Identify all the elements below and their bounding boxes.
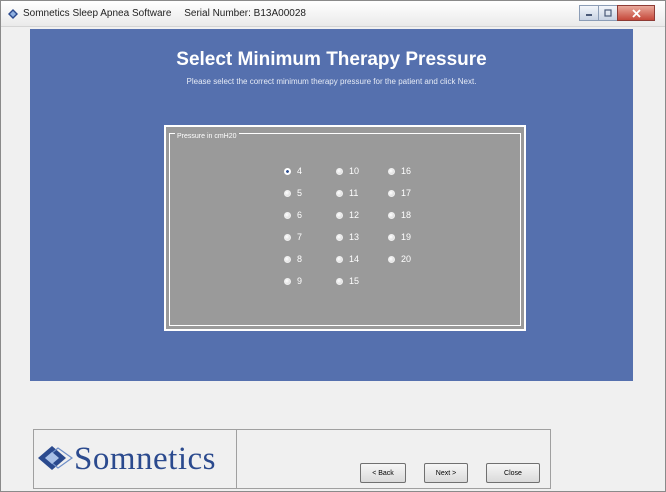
brand-logo: Somnetics <box>34 430 237 488</box>
radio-icon <box>284 233 291 241</box>
radio-icon <box>388 167 395 175</box>
radio-icon <box>336 233 343 241</box>
pressure-radio-10[interactable]: 10 <box>336 165 359 177</box>
serial-number: Serial Number: B13A00028 <box>184 8 306 19</box>
pressure-option-label: 9 <box>297 276 303 286</box>
radio-icon <box>336 167 343 175</box>
pressure-radio-19[interactable]: 19 <box>388 231 411 243</box>
pressure-option-label: 17 <box>401 188 412 198</box>
app-icon <box>8 9 18 19</box>
pressure-option-label: 18 <box>401 210 412 220</box>
pressure-option-label: 5 <box>297 188 303 198</box>
groupbox-frame: Pressure in cmH20 <box>169 133 521 326</box>
radio-selected-icon <box>284 167 291 175</box>
pressure-option-label: 6 <box>297 210 303 220</box>
radio-icon <box>336 255 343 263</box>
radio-icon <box>284 211 291 219</box>
logo-text: Somnetics <box>74 441 216 477</box>
content-panel: Select Minimum Therapy Pressure Please s… <box>30 29 633 381</box>
pressure-option-label: 20 <box>401 254 412 264</box>
pressure-radio-18[interactable]: 18 <box>388 209 411 221</box>
pressure-radio-16[interactable]: 16 <box>388 165 411 177</box>
radio-icon <box>284 255 291 263</box>
radio-icon <box>388 233 395 241</box>
pressure-radio-4[interactable]: 4 <box>284 165 302 177</box>
somnetics-logo-icon <box>38 446 74 470</box>
close-button[interactable]: Close <box>486 463 540 483</box>
pressure-option-label: 8 <box>297 254 303 264</box>
radio-icon <box>388 189 395 197</box>
pressure-option-label: 13 <box>349 232 360 242</box>
pressure-option-label: 19 <box>401 232 412 242</box>
back-button[interactable]: < Back <box>360 463 406 483</box>
minimize-icon <box>586 14 592 16</box>
pressure-radio-20[interactable]: 20 <box>388 253 411 265</box>
radio-icon <box>284 189 291 197</box>
footer-bar: Somnetics < Back Next > Close <box>33 429 551 489</box>
radio-icon <box>336 189 343 197</box>
radio-icon <box>336 277 343 285</box>
pressure-radio-13[interactable]: 13 <box>336 231 359 243</box>
radio-icon <box>284 277 291 285</box>
pressure-radio-15[interactable]: 15 <box>336 275 359 287</box>
window-title: Somnetics Sleep Apnea Software Serial Nu… <box>23 8 316 19</box>
page-instruction: Please select the correct minimum therap… <box>186 77 477 86</box>
pressure-option-label: 11 <box>349 188 359 198</box>
pressure-radio-14[interactable]: 14 <box>336 253 359 265</box>
pressure-option-label: 10 <box>349 166 360 176</box>
pressure-radio-9[interactable]: 9 <box>284 275 302 287</box>
close-window-button[interactable] <box>617 5 655 21</box>
close-icon <box>631 8 641 18</box>
pressure-option-label: 12 <box>349 210 360 220</box>
pressure-radio-6[interactable]: 6 <box>284 209 302 221</box>
maximize-icon <box>604 9 612 17</box>
pressure-groupbox: Pressure in cmH20 4 5 6 7 8 9 10 11 12 1… <box>164 125 526 331</box>
radio-icon <box>388 211 395 219</box>
page-title: Select Minimum Therapy Pressure <box>176 49 487 70</box>
window-controls <box>579 5 655 21</box>
radio-icon <box>388 255 395 263</box>
title-bar: Somnetics Sleep Apnea Software Serial Nu… <box>1 1 665 27</box>
maximize-button[interactable] <box>598 5 618 21</box>
pressure-option-label: 4 <box>297 166 303 176</box>
pressure-radio-7[interactable]: 7 <box>284 231 302 243</box>
pressure-option-label: 16 <box>401 166 412 176</box>
pressure-radio-11[interactable]: 11 <box>336 187 358 199</box>
groupbox-legend: Pressure in cmH20 <box>175 133 239 140</box>
pressure-option-label: 7 <box>297 232 303 242</box>
app-window: Somnetics Sleep Apnea Software Serial Nu… <box>0 0 666 492</box>
pressure-radio-8[interactable]: 8 <box>284 253 302 265</box>
pressure-option-label: 14 <box>349 254 360 264</box>
pressure-radio-5[interactable]: 5 <box>284 187 302 199</box>
pressure-radio-17[interactable]: 17 <box>388 187 411 199</box>
pressure-radio-12[interactable]: 12 <box>336 209 359 221</box>
next-button[interactable]: Next > <box>424 463 468 483</box>
app-name: Somnetics Sleep Apnea Software <box>23 8 172 19</box>
minimize-button[interactable] <box>579 5 599 21</box>
pressure-option-label: 15 <box>349 276 360 286</box>
radio-icon <box>336 211 343 219</box>
